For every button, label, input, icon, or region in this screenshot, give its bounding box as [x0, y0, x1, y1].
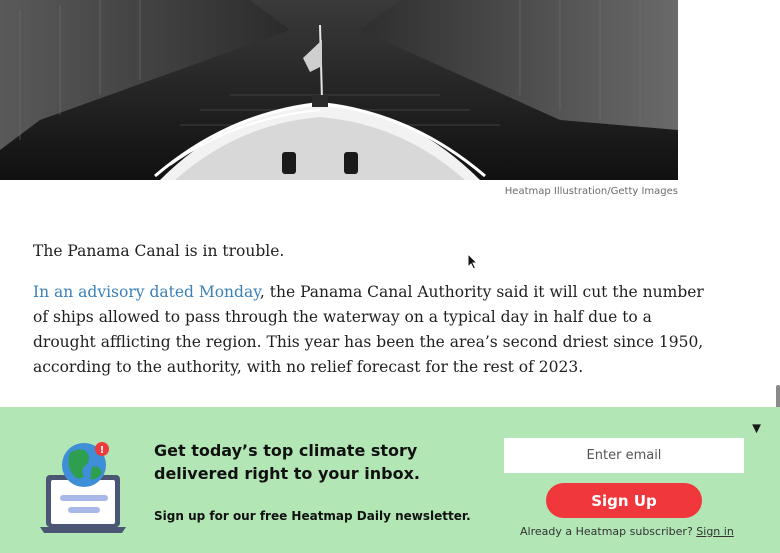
- mouse-cursor-icon: [468, 254, 478, 270]
- laptop-globe-icon: !: [40, 442, 126, 533]
- signin-link[interactable]: Sign in: [696, 525, 734, 538]
- image-caption: Heatmap Illustration/Getty Images: [504, 186, 678, 197]
- scrollbar-thumb[interactable]: [776, 385, 780, 409]
- newsletter-banner: ▼ ! Get today’s top climate story delive…: [0, 407, 780, 553]
- already-label: Already a Heatmap subscriber?: [520, 525, 693, 538]
- newsletter-subline: Sign up for our free Heatmap Daily newsl…: [154, 509, 471, 523]
- notification-badge-text: !: [100, 445, 105, 456]
- advisory-link[interactable]: In an advisory dated Monday: [33, 283, 260, 301]
- ship-bow-photo: [0, 0, 678, 180]
- newsletter-headline: Get today’s top climate story delivered …: [154, 441, 420, 483]
- hero-image: [0, 0, 678, 180]
- article-body: The Panama Canal is in trouble. In an ad…: [33, 239, 713, 396]
- signup-button[interactable]: Sign Up: [546, 483, 702, 518]
- close-icon[interactable]: ▼: [749, 421, 764, 436]
- article-paragraph: The Panama Canal is in trouble.: [33, 242, 285, 260]
- already-subscriber-text: Already a Heatmap subscriber? Sign in: [520, 525, 734, 538]
- email-input[interactable]: [504, 438, 744, 473]
- article-paragraph: In an advisory dated Monday, the Panama …: [33, 280, 713, 380]
